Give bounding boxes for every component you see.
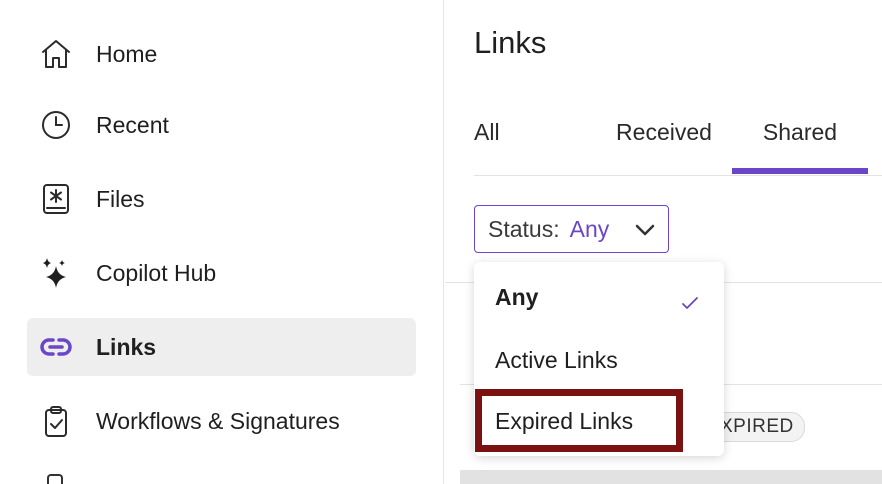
sidebar-item-label: Home (96, 40, 158, 67)
chevron-down-icon (635, 224, 655, 236)
clipboard-check-icon (39, 404, 73, 438)
sidebar-item-label: Workflows & Signatures (96, 407, 340, 434)
home-icon (39, 37, 73, 71)
option-label: Any (495, 283, 539, 310)
table-row[interactable] (460, 470, 882, 484)
tab-bar: All Received Shared (474, 95, 882, 176)
sidebar-item-links[interactable]: Links (27, 318, 416, 376)
tab-all[interactable]: All (474, 95, 560, 175)
status-option-any[interactable]: Any (474, 269, 724, 325)
sidebar-item-label: Files (96, 185, 145, 212)
status-filter-dropdown[interactable]: Status: Any (474, 205, 669, 253)
clock-icon (39, 108, 73, 142)
sidebar-item-workflows-signatures[interactable]: Workflows & Signatures (27, 392, 416, 450)
sidebar-item-label: Recent (96, 111, 169, 138)
link-icon (39, 330, 73, 364)
tab-received[interactable]: Received (595, 95, 733, 175)
sidebar-item-copilot-hub[interactable]: Copilot Hub (27, 244, 416, 302)
sidebar-item-home[interactable]: Home (27, 25, 416, 83)
tab-shared[interactable]: Shared (732, 95, 868, 175)
sidebar-item-label: Copilot Hub (96, 259, 217, 286)
sidebar-item-label: Links (96, 333, 157, 360)
sidebar: Home Recent Files Copilot Hub Links Work… (0, 0, 444, 484)
files-icon (39, 182, 73, 216)
checkmark-icon (682, 297, 698, 309)
page-title: Links (474, 25, 547, 60)
sidebar-item-recent[interactable]: Recent (27, 96, 416, 154)
sidebar-item-files[interactable]: Files (27, 170, 416, 228)
sidebar-next-item-icon (47, 474, 63, 484)
sparkle-icon (39, 256, 73, 290)
status-option-active-links[interactable]: Active Links (474, 332, 724, 388)
active-tab-indicator (732, 168, 868, 174)
status-filter-value: Any (569, 215, 610, 242)
option-label: Active Links (495, 346, 618, 373)
status-filter-label: Status: (488, 215, 560, 242)
highlight-box (475, 389, 683, 452)
